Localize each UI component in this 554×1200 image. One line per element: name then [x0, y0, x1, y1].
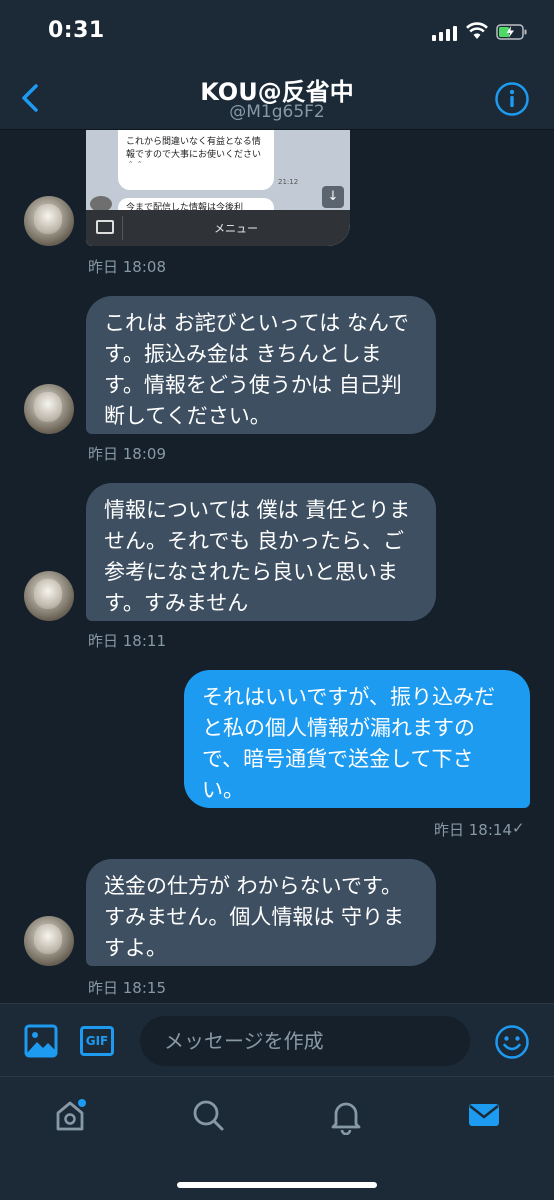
message-timestamp: 昨日 18:11	[88, 632, 166, 650]
message-thread[interactable]: これから間違いなく有益となる情報ですので大事にお使いください＾＾ 21:12 今…	[0, 130, 554, 1003]
avatar[interactable]	[24, 916, 74, 966]
message-timestamp: 昨日 18:15	[88, 979, 166, 997]
incoming-message-bubble[interactable]: これは お詫びといっては なんです。振込み金は きちんとします。情報をどう使うか…	[86, 296, 436, 434]
message-timestamp: 昨日 18:14	[434, 821, 512, 839]
avatar[interactable]	[24, 196, 74, 246]
incoming-message-bubble[interactable]: 情報については 僕は 責任とりません。それでも 良かったら、ご参考になされたら良…	[86, 483, 436, 621]
gif-icon[interactable]: GIF	[80, 1026, 114, 1056]
search-icon[interactable]	[188, 1095, 228, 1135]
screenshot-menu-bar: メニュー	[86, 210, 350, 246]
message-composer: GIF	[0, 1003, 554, 1076]
info-icon[interactable]	[494, 81, 530, 117]
home-indicator[interactable]	[177, 1182, 377, 1188]
messages-icon[interactable]	[464, 1095, 504, 1135]
home-icon[interactable]	[50, 1095, 90, 1135]
read-checkmark-icon: ✓	[512, 819, 525, 837]
avatar[interactable]	[24, 384, 74, 434]
keyboard-icon	[96, 220, 114, 234]
avatar[interactable]	[24, 571, 74, 621]
conversation-header: KOU@反省中 @M1g65F2	[0, 68, 554, 130]
emoji-icon[interactable]	[494, 1024, 530, 1060]
message-input[interactable]	[140, 1016, 470, 1066]
cellular-signal-icon	[432, 26, 457, 41]
notifications-icon[interactable]	[326, 1095, 366, 1135]
download-arrow-icon: ↓	[322, 186, 344, 208]
screenshot-image-message[interactable]: これから間違いなく有益となる情報ですので大事にお使いください＾＾ 21:12 今…	[86, 130, 350, 246]
status-bar: 0:31	[0, 0, 554, 68]
outgoing-message-bubble[interactable]: それはいいですが、振り込みだと私の個人情報が漏れますので、暗号通貨で送金して下さ…	[184, 670, 530, 808]
status-time: 0:31	[48, 18, 105, 43]
wifi-icon	[466, 22, 488, 39]
screenshot-menu-label: メニュー	[214, 222, 258, 235]
battery-charging-icon	[496, 24, 527, 40]
screenshot-bubble-time: 21:12	[278, 178, 299, 186]
message-timestamp: 昨日 18:08	[88, 258, 166, 276]
message-timestamp: 昨日 18:09	[88, 445, 166, 463]
photo-icon[interactable]	[24, 1024, 58, 1058]
screenshot-bubble: これから間違いなく有益となる情報ですので大事にお使いください＾＾	[118, 130, 274, 190]
conversation-handle: @M1g65F2	[229, 102, 325, 122]
incoming-message-bubble[interactable]: 送金の仕方が わからないです。すみません。個人情報は 守りますよ。	[86, 859, 436, 966]
